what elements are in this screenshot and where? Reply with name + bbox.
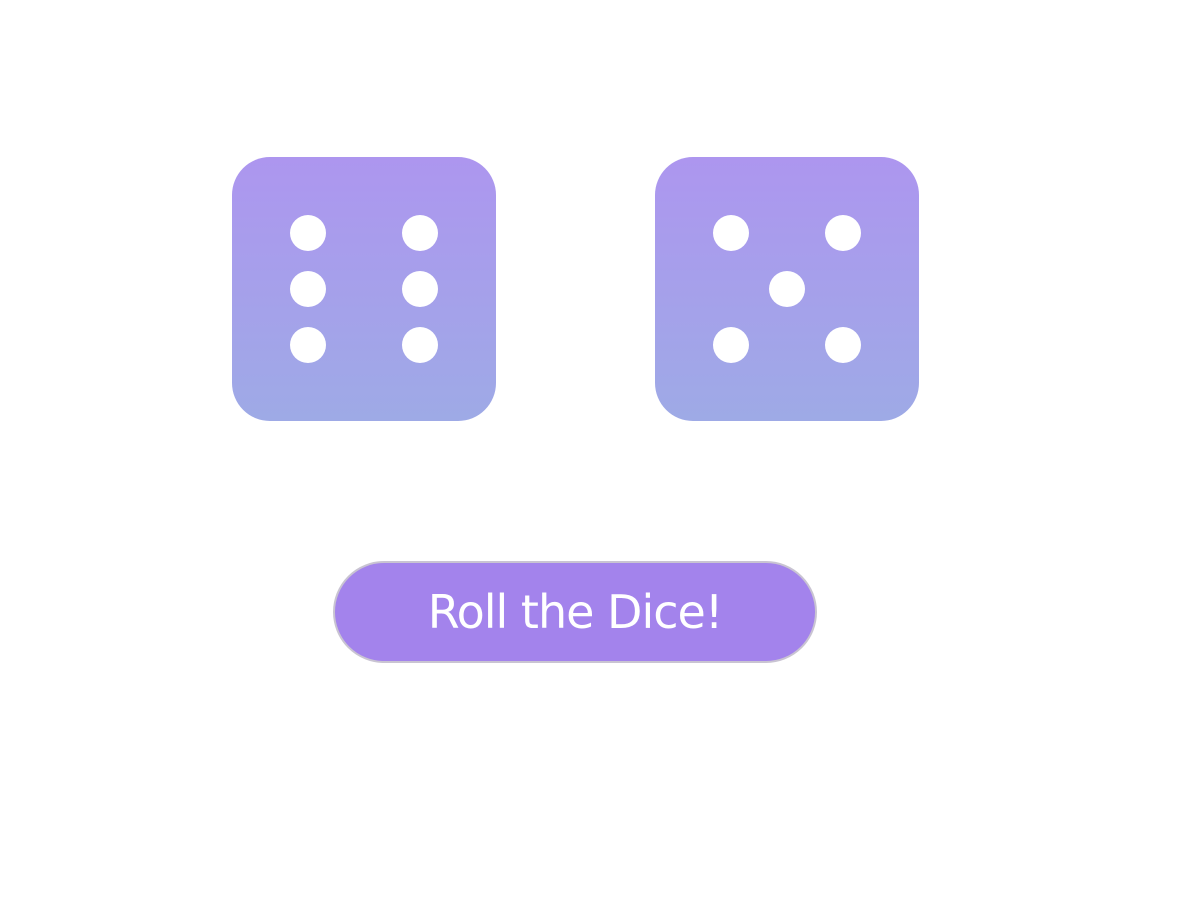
die-pip: [290, 271, 326, 307]
die-left: [232, 157, 496, 421]
die-pip: [825, 327, 861, 363]
die-pip: [402, 327, 438, 363]
die-pip: [769, 271, 805, 307]
die-pip: [825, 215, 861, 251]
die-right: [655, 157, 919, 421]
die-pip: [402, 271, 438, 307]
die-pip: [290, 327, 326, 363]
die-pip: [402, 215, 438, 251]
die-pip: [713, 215, 749, 251]
die-pip: [290, 215, 326, 251]
die-pip: [713, 327, 749, 363]
roll-dice-button[interactable]: Roll the Dice!: [333, 561, 817, 663]
